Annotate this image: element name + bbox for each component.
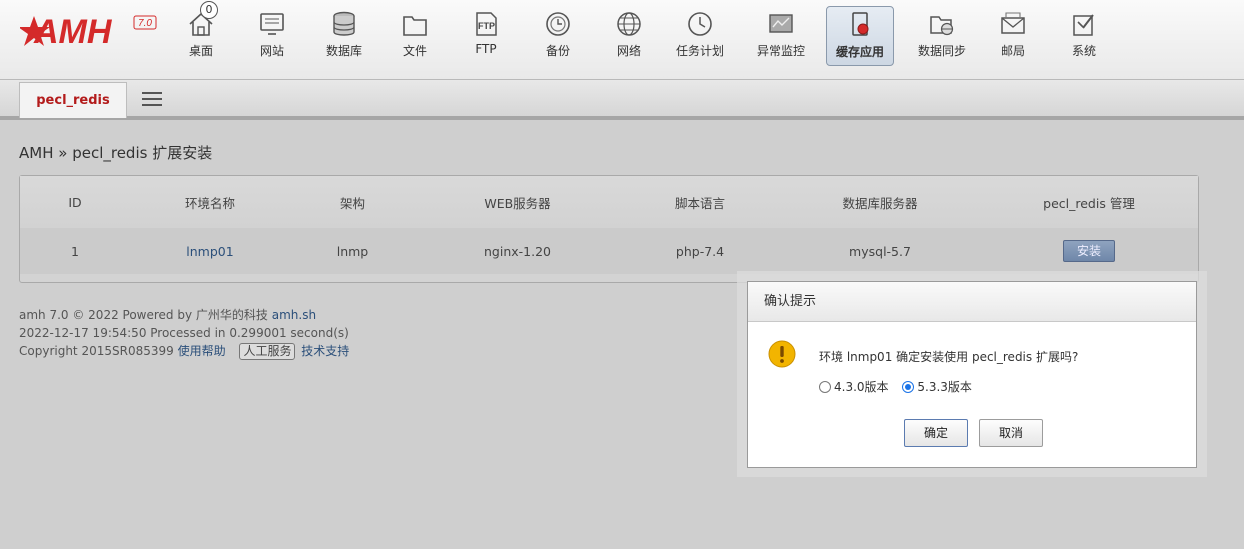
cell-web: nginx-1.20 (415, 228, 620, 274)
nav-files-label: 文件 (402, 44, 427, 58)
nav-sync-label: 数据同步 (917, 44, 966, 58)
nav-sync[interactable]: 数据同步 (909, 6, 975, 66)
dialog-message: 环境 lnmp01 确定安装使用 pecl_redis 扩展吗? (819, 350, 1079, 364)
nav-cache-label: 缓存应用 (835, 45, 884, 59)
dialog-title: 确认提示 (748, 282, 1196, 322)
mail-icon (1001, 12, 1025, 34)
environment-table-panel: ID 环境名称 架构 WEB服务器 脚本语言 数据库服务器 pecl_redis… (19, 175, 1199, 283)
confirm-dialog: 确认提示 环境 lnmp01 确定安装使用 pecl_redis 扩展吗? 4.… (747, 281, 1197, 468)
col-arch: 架构 (290, 176, 415, 228)
nav-network[interactable]: 网络 (596, 6, 662, 66)
nav-system-label: 系统 (1071, 44, 1096, 58)
nav-mail-label: 邮局 (1000, 44, 1025, 58)
cache-app-icon (852, 12, 869, 36)
cell-env: lnmp01 (130, 228, 290, 274)
nav-system[interactable]: 系统 (1051, 6, 1117, 66)
ftp-icon: FTP (476, 12, 497, 36)
help-link[interactable]: 使用帮助 (178, 344, 226, 358)
svg-text:FTP: FTP (478, 21, 495, 31)
copyright-text: Copyright 2015SR085399 (19, 344, 174, 358)
cell-manage: 安装 (980, 228, 1198, 274)
nav-database[interactable]: 数据库 (311, 6, 377, 66)
footer: amh 7.0 © 2022 Powered by 广州华的科技 amh.sh … (19, 306, 349, 360)
cancel-button[interactable]: 取消 (979, 419, 1043, 447)
nav-cache[interactable]: 缓存应用 (826, 6, 894, 66)
sync-icon (930, 16, 954, 36)
col-script-language: 脚本语言 (620, 176, 780, 228)
hamburger-menu-icon[interactable] (142, 92, 162, 106)
table-header-row: ID 环境名称 架构 WEB服务器 脚本语言 数据库服务器 pecl_redis… (20, 176, 1198, 228)
option-4-3-0-label: 4.3.0版本 (834, 380, 889, 394)
footer-line-3: Copyright 2015SR085399 使用帮助 人工服务 技术支持 (19, 342, 349, 360)
install-button[interactable]: 安装 (1063, 240, 1115, 262)
col-env-name: 环境名称 (130, 176, 290, 228)
nav-tasks-label: 任务计划 (675, 44, 724, 58)
breadcrumb: AMH » pecl_redis 扩展安装 (19, 144, 213, 162)
backup-icon (546, 12, 570, 36)
nav-ftp-label: FTP (475, 42, 497, 56)
cell-db: mysql-5.7 (780, 228, 980, 274)
monitor-icon (260, 13, 284, 35)
col-id: ID (20, 176, 130, 228)
svg-text:AMH: AMH (33, 13, 113, 50)
folder-icon (403, 16, 427, 36)
nav-tasks[interactable]: 任务计划 (667, 6, 733, 66)
version-options: 4.3.0版本 5.3.3版本 (819, 378, 982, 395)
database-icon (333, 11, 355, 36)
nav-files[interactable]: 文件 (382, 6, 448, 66)
cell-lang: php-7.4 (620, 228, 780, 274)
amh-site-link[interactable]: amh.sh (272, 308, 316, 322)
nav-ftp[interactable]: FTP FTP (453, 6, 519, 66)
option-4-3-0[interactable]: 4.3.0版本 (819, 380, 892, 394)
nav-website-label: 网站 (259, 44, 284, 58)
col-manage: pecl_redis 管理 (980, 176, 1198, 228)
table-row: 1 lnmp01 lnmp nginx-1.20 php-7.4 mysql-5… (20, 228, 1198, 274)
cell-id: 1 (20, 228, 130, 274)
col-web-server: WEB服务器 (415, 176, 620, 228)
tech-support-link[interactable]: 技术支持 (301, 344, 349, 358)
environment-table: ID 环境名称 架构 WEB服务器 脚本语言 数据库服务器 pecl_redis… (20, 176, 1198, 274)
nav-backup[interactable]: 备份 (525, 6, 591, 66)
tab-bar: pecl_redis (0, 80, 1244, 120)
nav-home-label: 桌面 (188, 44, 213, 58)
tab-pecl-redis[interactable]: pecl_redis (19, 82, 127, 118)
nav-database-label: 数据库 (325, 44, 362, 58)
env-link[interactable]: lnmp01 (186, 244, 233, 259)
nav-network-label: 网络 (616, 44, 641, 58)
monitor-chart-icon (769, 14, 793, 33)
footer-line-1: amh 7.0 © 2022 Powered by 广州华的科技 amh.sh (19, 306, 349, 324)
amh-logo[interactable]: AMH 7.0 (20, 10, 160, 50)
cell-arch: lnmp (290, 228, 415, 274)
settings-icon (1073, 14, 1094, 36)
globe-icon (617, 12, 641, 36)
manual-service-link[interactable]: 人工服务 (239, 343, 296, 360)
warning-icon (768, 340, 796, 368)
option-5-3-3-label: 5.3.3版本 (917, 380, 972, 394)
nav-website[interactable]: 网站 (239, 6, 305, 66)
option-5-3-3[interactable]: 5.3.3版本 (902, 380, 972, 394)
col-db-server: 数据库服务器 (780, 176, 980, 228)
confirm-button[interactable]: 确定 (904, 419, 968, 447)
svg-text:7.0: 7.0 (138, 18, 152, 29)
nav-mail[interactable]: 邮局 (980, 6, 1046, 66)
nav-monitor-label: 异常监控 (756, 44, 805, 58)
nav-monitor[interactable]: 异常监控 (748, 6, 814, 66)
nav-backup-label: 备份 (545, 44, 570, 58)
powered-by-text: amh 7.0 © 2022 Powered by 广州华的科技 (19, 308, 268, 322)
notification-badge: 0 (200, 1, 218, 19)
radio-5-3-3[interactable] (902, 381, 915, 393)
radio-4-3-0[interactable] (819, 381, 831, 393)
clock-icon (688, 12, 712, 36)
top-navbar: AMH 7.0 0 桌面 网站 数据库 文件 FTP FTP 备份 网络 任务计… (0, 0, 1244, 80)
nav-home[interactable]: 0 桌面 (168, 1, 234, 66)
processed-time: 2022-12-17 19:54:50 Processed in 0.29900… (19, 326, 349, 340)
